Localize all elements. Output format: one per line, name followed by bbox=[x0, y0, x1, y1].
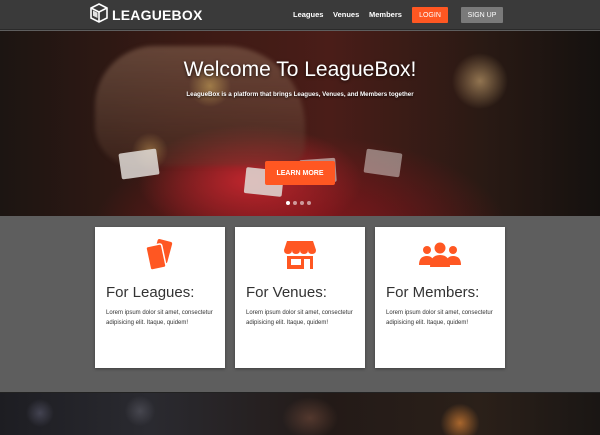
bottom-background-image bbox=[0, 392, 600, 435]
people-group-icon bbox=[418, 241, 462, 274]
brand-name: LEAGUEBOX bbox=[112, 7, 203, 23]
carousel-dot[interactable] bbox=[293, 201, 297, 205]
carousel-dot[interactable] bbox=[307, 201, 311, 205]
playing-cards-icon bbox=[142, 237, 178, 278]
nav-link-venues[interactable]: Venues bbox=[333, 10, 359, 19]
feature-title: For Members: bbox=[386, 284, 480, 301]
hero-carousel: Welcome To LeagueBox! LeagueBox is a pla… bbox=[0, 31, 600, 216]
features-section: For Leagues: Lorem ipsum dolor sit amet,… bbox=[0, 216, 600, 392]
learn-more-button[interactable]: LEARN MORE bbox=[265, 161, 335, 185]
feature-title: For Leagues: bbox=[106, 284, 195, 301]
carousel-dot[interactable] bbox=[300, 201, 304, 205]
nav-link-members[interactable]: Members bbox=[369, 10, 402, 19]
feature-text: Lorem ipsum dolor sit amet, consectetur … bbox=[246, 310, 353, 326]
brand-logo[interactable]: LEAGUEBOX bbox=[89, 2, 203, 28]
carousel-indicators bbox=[286, 201, 314, 205]
feature-card-leagues: For Leagues: Lorem ipsum dolor sit amet,… bbox=[95, 227, 225, 368]
nav-link-leagues[interactable]: Leagues bbox=[293, 10, 323, 19]
hero-decor-card bbox=[118, 148, 160, 180]
navbar: LEAGUEBOX Leagues Venues Members LOGIN S… bbox=[0, 0, 600, 30]
cube-logo-icon bbox=[89, 2, 109, 28]
login-button[interactable]: LOGIN bbox=[412, 7, 448, 23]
signup-button[interactable]: SIGN UP bbox=[461, 7, 503, 23]
feature-title: For Venues: bbox=[246, 284, 327, 301]
feature-text: Lorem ipsum dolor sit amet, consectetur … bbox=[106, 310, 213, 326]
hero-subtitle: LeagueBox is a platform that brings Leag… bbox=[186, 91, 414, 98]
hero-decor-card bbox=[363, 148, 403, 178]
hero-title: Welcome To LeagueBox! bbox=[183, 58, 417, 81]
feature-card-venues: For Venues: Lorem ipsum dolor sit amet, … bbox=[235, 227, 365, 368]
feature-text: Lorem ipsum dolor sit amet, consectetur … bbox=[386, 310, 493, 326]
feature-card-members: For Members: Lorem ipsum dolor sit amet,… bbox=[375, 227, 505, 368]
storefront-icon bbox=[283, 239, 317, 276]
carousel-dot[interactable] bbox=[286, 201, 290, 205]
